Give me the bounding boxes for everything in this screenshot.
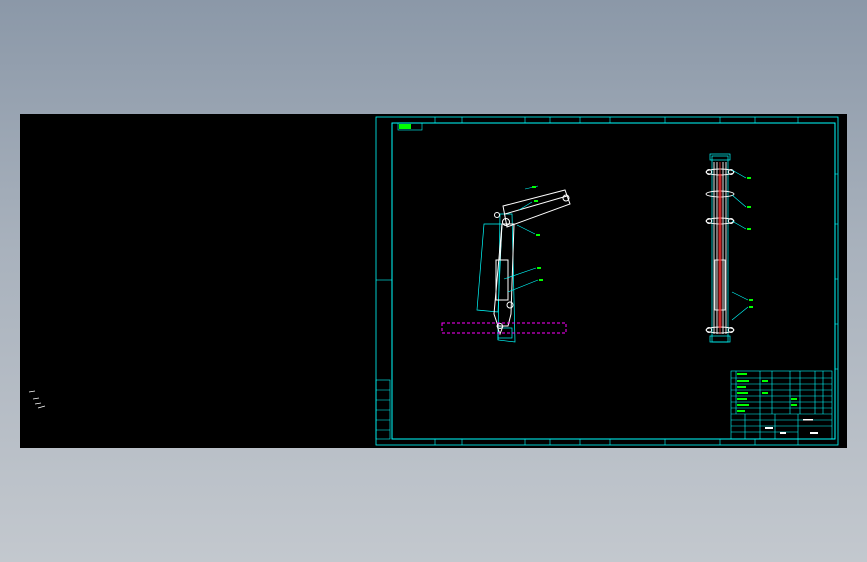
side-view [441, 185, 571, 343]
front-view [705, 153, 753, 343]
title-block [730, 370, 833, 440]
cad-viewport[interactable] [20, 114, 847, 448]
sheet-tag [399, 124, 411, 129]
origin-marks [28, 390, 46, 409]
drawing-canvas[interactable] [20, 114, 847, 448]
